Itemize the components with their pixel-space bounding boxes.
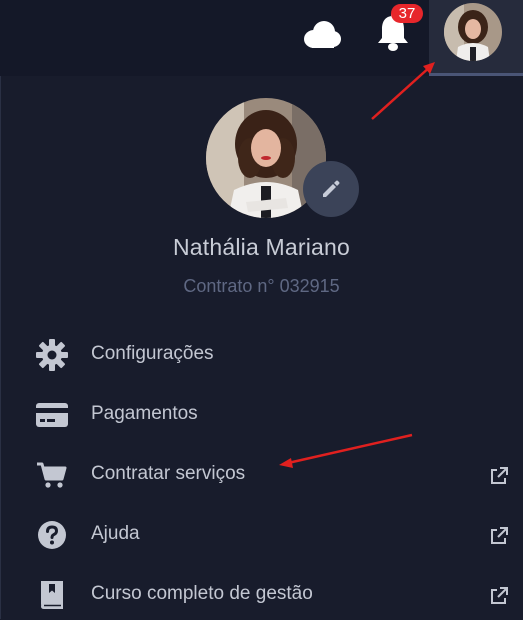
menu-item-label: Contratar serviços <box>91 463 246 484</box>
notifications-button[interactable]: 37 <box>374 4 423 52</box>
gear-icon <box>36 339 68 371</box>
menu-item-contratar-servicos[interactable]: Contratar serviços <box>0 450 523 500</box>
menu-item-label: Curso completo de gestão <box>91 583 313 604</box>
external-link-icon <box>491 587 508 604</box>
menu-item-label: Pagamentos <box>91 403 198 424</box>
pencil-icon <box>323 180 340 197</box>
external-link-icon <box>491 527 508 544</box>
menu-item-ajuda[interactable]: Ajuda <box>0 510 523 560</box>
edit-avatar-button[interactable] <box>303 161 359 217</box>
book-icon <box>41 581 63 609</box>
credit-card-icon <box>36 403 68 427</box>
contract-number: Contrato n° 032915 <box>183 276 340 296</box>
avatar <box>444 3 502 61</box>
menu-item-label: Configurações <box>91 343 214 364</box>
cloud-icon[interactable] <box>302 20 342 50</box>
cart-icon <box>37 462 67 488</box>
notification-count-badge: 37 <box>391 4 423 23</box>
menu-item-label: Ajuda <box>91 523 140 544</box>
user-menu-tab[interactable] <box>429 0 523 76</box>
menu-item-pagamentos[interactable]: Pagamentos <box>0 390 523 440</box>
menu-item-configuracoes[interactable]: Configurações <box>0 330 523 380</box>
user-name: Nathália Mariano <box>172 234 351 260</box>
question-circle-icon <box>38 521 66 549</box>
external-link-icon <box>491 467 508 484</box>
menu-item-curso-completo[interactable]: Curso completo de gestão <box>0 570 523 620</box>
top-bar: 37 <box>0 0 523 76</box>
